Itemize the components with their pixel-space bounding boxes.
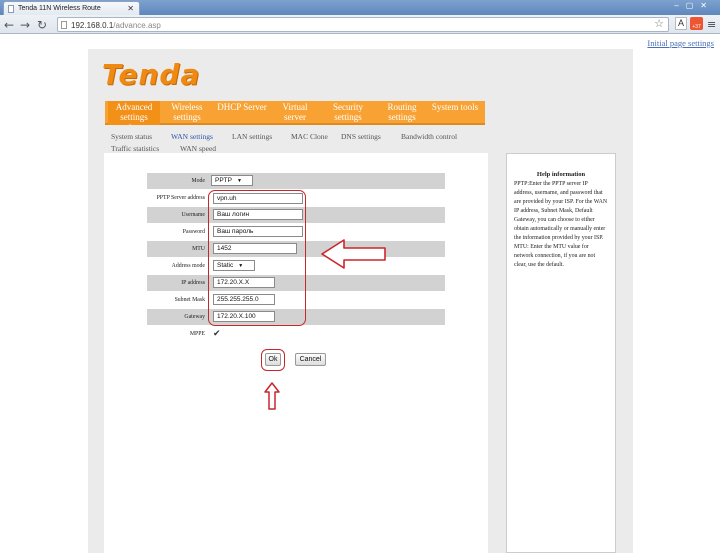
subnav-lan-settings[interactable]: LAN settings	[232, 132, 272, 141]
arrow-left-icon	[321, 239, 386, 269]
subnav-bandwidth-control[interactable]: Bandwidth control	[401, 132, 457, 141]
mtu-label: MTU	[192, 246, 205, 252]
back-icon[interactable]: ←	[4, 18, 14, 32]
subnav-wan-speed[interactable]: WAN speed	[180, 144, 216, 153]
window-controls[interactable]: –▢✕	[674, 1, 714, 10]
subnav-system-status[interactable]: System status	[111, 132, 152, 141]
url-path: /advance.asp	[113, 21, 161, 30]
chevron-down-icon: ▼	[236, 178, 242, 184]
mppe-label: MPPE	[189, 331, 205, 337]
nav-security-settings[interactable]: Security settings	[323, 101, 373, 125]
mode-select[interactable]: PPTP ▼	[211, 175, 253, 186]
subnav-mac-clone[interactable]: MAC Clone	[291, 132, 328, 141]
nav-virtual-server[interactable]: Virtual server	[271, 101, 319, 125]
subnet-mask-label: Subnet Mask	[174, 297, 205, 303]
page-icon	[8, 5, 14, 13]
page-icon	[61, 21, 67, 29]
url-host: 192.168.0.1	[71, 21, 114, 30]
highlight-box-fields	[208, 190, 306, 326]
help-body: PPTP:Enter the PPTP server IP address, u…	[514, 181, 608, 268]
mppe-checkbox[interactable]: ✔	[213, 330, 221, 339]
server-label: PPTP Server address	[156, 195, 205, 201]
reload-icon[interactable]: ↻	[37, 18, 47, 32]
ip-address-label: IP address	[181, 280, 205, 286]
nav-dhcp-server[interactable]: DHCP Server	[217, 101, 267, 125]
nav-wireless-settings[interactable]: Wireless settings	[161, 101, 213, 125]
extension-badge-icon[interactable]: +37	[690, 17, 703, 30]
nav-routing-settings[interactable]: Routing settings	[377, 101, 427, 125]
subnav-wan-settings[interactable]: WAN settings	[171, 132, 213, 141]
menu-icon[interactable]: ≡	[707, 18, 716, 31]
nav-advanced-settings[interactable]: Advanced settings	[108, 101, 160, 125]
initial-page-settings-link[interactable]: Initial page settings	[647, 38, 714, 48]
gateway-label: Gateway	[184, 314, 205, 320]
forward-icon[interactable]: →	[20, 18, 30, 32]
extension-badge-count: +37	[692, 24, 701, 30]
tab-title: Tenda 11N Wireless Route	[18, 5, 101, 12]
tenda-logo: Tenda	[102, 58, 201, 91]
translate-extension-icon[interactable]: A	[675, 17, 687, 30]
mode-label: Mode	[191, 178, 205, 184]
address-mode-label: Address mode	[171, 263, 205, 269]
browser-tab[interactable]: Tenda 11N Wireless Route ✕	[3, 1, 140, 15]
subnav-dns-settings[interactable]: DNS settings	[341, 132, 381, 141]
password-label: Password	[182, 229, 205, 235]
ok-button[interactable]: Ok	[265, 353, 281, 366]
arrow-up-icon	[264, 382, 280, 410]
subnav-traffic-statistics[interactable]: Traffic statistics	[111, 144, 159, 153]
bookmark-star-icon[interactable]: ☆	[654, 17, 664, 30]
active-nav-caret	[126, 124, 134, 128]
help-title: Help information	[536, 171, 586, 178]
mode-value: PPTP	[215, 177, 232, 184]
cancel-button[interactable]: Cancel	[295, 353, 326, 366]
close-tab-icon[interactable]: ✕	[127, 4, 134, 13]
nav-system-tools[interactable]: System tools	[430, 101, 480, 125]
address-bar[interactable]: 192.168.0.1/advance.asp ☆	[57, 17, 669, 32]
username-label: Username	[181, 212, 206, 218]
